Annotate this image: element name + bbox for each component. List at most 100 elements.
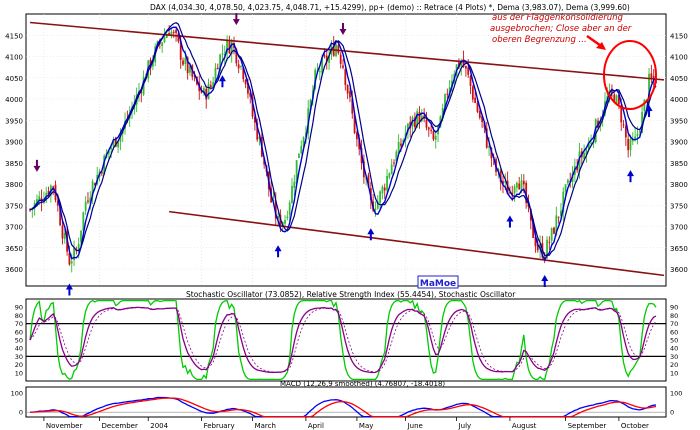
price-y-tick-right: 4000 (670, 96, 688, 104)
candle-body (286, 216, 289, 219)
macd-y-tick-right: 0 (670, 409, 674, 417)
candle-body (622, 124, 625, 126)
x-tick-label: September (568, 422, 607, 430)
stoch-y-tick-right: 30 (670, 353, 678, 361)
candle-body (184, 57, 187, 65)
stoch-y-tick-right: 10 (670, 369, 678, 377)
candle-body (557, 216, 560, 218)
candle-body (390, 164, 393, 175)
price-y-tick-left: 4150 (5, 32, 23, 40)
candle-body (87, 200, 89, 202)
candle-body (172, 31, 175, 33)
price-y-tick-right: 3800 (670, 181, 688, 189)
candle-body (518, 183, 521, 190)
candle-body (221, 53, 224, 55)
candle-body (339, 54, 342, 64)
candle-body (84, 201, 87, 211)
price-title: DAX (4,034.30, 4,078.50, 4,023.75, 4,048… (150, 3, 630, 12)
candle-body (161, 42, 164, 47)
candle-body (244, 79, 247, 85)
x-tick-label: 2004 (150, 422, 168, 430)
stochastic-title: Stochastic Oscillator (73.0852), Relativ… (186, 290, 516, 299)
macd-y-tick-left: 0 (19, 409, 23, 417)
candle-body (564, 184, 567, 192)
candle-body (464, 66, 467, 69)
x-tick-label: December (102, 422, 138, 430)
candle-body (627, 139, 630, 151)
x-tick-label: November (46, 422, 83, 430)
price-y-tick-left: 3900 (5, 139, 23, 147)
candle-body (548, 241, 551, 243)
candle-body (393, 162, 395, 164)
macd-y-tick-left: 100 (11, 389, 23, 397)
stoch-y-tick-right: 80 (670, 312, 678, 320)
candle-body (300, 146, 303, 154)
annotation-line-2: ausgebrochen; Close aber an der (490, 24, 632, 34)
candle-body (652, 76, 655, 79)
candle-body (379, 191, 381, 203)
macd-y-tick-right: 100 (670, 389, 682, 397)
candle-body (513, 186, 516, 194)
candle-body (427, 127, 430, 130)
price-y-tick-right: 3950 (670, 117, 688, 125)
stoch-y-tick-right: 60 (670, 328, 678, 336)
price-y-tick-left: 3700 (5, 224, 23, 232)
stoch-y-tick-right: 90 (670, 304, 678, 312)
candle-body (434, 136, 437, 140)
x-tick-label: May (359, 422, 373, 430)
candle-body (650, 73, 653, 78)
candle-body (63, 232, 66, 240)
stoch-y-tick-left: 60 (15, 328, 23, 336)
stoch-y-tick-right: 70 (670, 320, 678, 328)
candle-body (216, 67, 219, 70)
candle-body (478, 111, 481, 118)
price-y-tick-left: 4050 (5, 75, 23, 83)
stoch-y-tick-left: 70 (15, 320, 23, 328)
price-y-tick-left: 4000 (5, 96, 23, 104)
candle-body (636, 133, 639, 136)
price-y-tick-right: 4150 (670, 32, 688, 40)
candle-body (70, 261, 73, 264)
candle-body (349, 91, 351, 98)
annotation-line-1: aus der Flaggenkonsolidierung (492, 13, 624, 23)
price-y-tick-left: 3850 (5, 160, 23, 168)
candle-body (388, 173, 391, 178)
x-tick-label: October (621, 422, 649, 430)
candle-body (163, 36, 166, 43)
candle-body (182, 60, 184, 65)
macd-title: MACD (12,26,9 smoothed) (4.76807, -18.40… (280, 380, 445, 388)
price-y-tick-left: 3750 (5, 202, 23, 210)
candle-body (337, 45, 340, 54)
price-y-tick-left: 3600 (5, 266, 23, 274)
candle-body (293, 181, 296, 189)
candle-body (291, 185, 293, 204)
candle-body (288, 202, 291, 215)
price-y-tick-left: 3650 (5, 245, 23, 253)
candle-body (318, 71, 321, 73)
candle-body (346, 85, 349, 94)
candle-body (629, 139, 632, 150)
x-tick-label: April (308, 422, 324, 430)
candle-body (344, 69, 347, 86)
mamoe-label: MaMoe (420, 279, 456, 289)
candle-body (175, 30, 177, 33)
stoch-y-tick-left: 30 (15, 353, 23, 361)
candle-body (432, 131, 435, 140)
x-tick-label: March (255, 422, 276, 430)
candle-body (207, 83, 210, 100)
candle-body (430, 129, 433, 131)
candle-body (467, 67, 470, 75)
candle-body (615, 95, 618, 104)
x-tick-label: August (512, 422, 537, 430)
price-y-tick-left: 3800 (5, 181, 23, 189)
candle-body (476, 102, 479, 112)
candle-body (550, 228, 553, 241)
price-y-tick-right: 3650 (670, 245, 688, 253)
price-y-tick-left: 4100 (5, 54, 23, 62)
stoch-y-tick-left: 10 (15, 369, 23, 377)
stoch-y-tick-right: 40 (670, 345, 678, 353)
candle-body (634, 136, 637, 140)
stoch-y-tick-left: 50 (15, 337, 23, 345)
candle-body (474, 97, 477, 104)
price-y-tick-right: 3900 (670, 139, 688, 147)
